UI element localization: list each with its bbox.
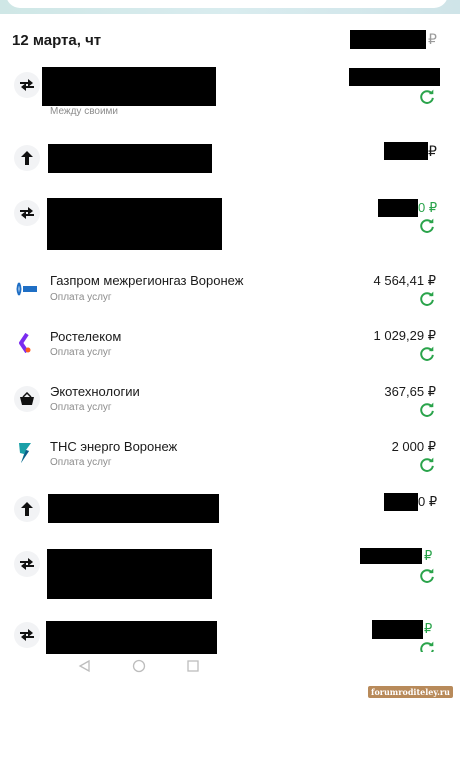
amount-tail: 0 ₽	[418, 200, 438, 215]
transaction-title[interactable]: Ростелеком	[50, 329, 121, 344]
redacted-title[interactable]	[42, 67, 216, 106]
transaction-amount: 4 564,41 ₽	[373, 273, 437, 288]
transaction-subtitle: Оплата услуг	[50, 347, 112, 358]
repeat-icon[interactable]	[418, 290, 436, 308]
watermark: forumroditeley.ru	[368, 686, 453, 698]
gazprom-logo	[12, 276, 38, 302]
redacted-title[interactable]	[46, 621, 217, 654]
repeat-icon[interactable]	[418, 567, 436, 585]
previous-card-edge	[6, 0, 448, 8]
transaction-subtitle: Между своими	[50, 106, 119, 117]
redacted-amount	[378, 199, 418, 217]
back-icon[interactable]	[78, 659, 90, 673]
arrow-up-icon	[14, 145, 40, 171]
redacted-title[interactable]	[48, 144, 212, 173]
transfer-icon	[14, 72, 40, 98]
transaction-subtitle: Оплата услуг	[50, 457, 112, 468]
amount-tail: ₽	[424, 548, 433, 563]
repeat-icon[interactable]	[418, 217, 436, 235]
amount-currency: ₽	[428, 143, 437, 159]
transaction-amount: 2 000 ₽	[391, 439, 436, 454]
repeat-icon[interactable]	[418, 401, 436, 419]
redacted-title[interactable]	[48, 494, 219, 523]
system-nav-bar	[78, 659, 199, 673]
redacted-amount	[372, 620, 423, 639]
rostelecom-logo	[12, 330, 38, 356]
recents-icon[interactable]	[187, 660, 199, 672]
repeat-icon[interactable]	[418, 345, 436, 363]
redacted-amount	[360, 548, 422, 564]
amount-tail: ₽	[424, 621, 433, 636]
transfer-icon	[14, 622, 40, 648]
transaction-title[interactable]: Экотехнологии	[50, 384, 140, 399]
transaction-title[interactable]: Газпром межрегионгаз Воронеж	[50, 273, 243, 288]
basket-icon	[14, 386, 40, 412]
redacted-amount	[384, 142, 428, 160]
date-header: 12 марта, чт	[12, 32, 102, 49]
transfer-icon	[14, 200, 40, 226]
transaction-title[interactable]: ТНС энерго Воронеж	[50, 439, 177, 454]
redacted-amount	[349, 68, 440, 86]
tns-logo	[12, 440, 38, 466]
repeat-icon[interactable]	[418, 456, 436, 474]
redacted-title[interactable]	[47, 549, 212, 599]
transfer-icon	[14, 551, 40, 577]
transaction-subtitle: Оплата услуг	[50, 292, 112, 303]
arrow-up-icon	[14, 496, 40, 522]
day-total-currency: ₽	[428, 31, 437, 47]
home-icon[interactable]	[132, 659, 146, 673]
transaction-amount: 1 029,29 ₽	[373, 328, 437, 343]
redacted-day-total	[350, 30, 426, 49]
redacted-amount	[384, 493, 418, 511]
transaction-subtitle: Оплата услуг	[50, 402, 112, 413]
redacted-title[interactable]	[47, 198, 222, 250]
transaction-amount: 367,65 ₽	[384, 384, 436, 399]
repeat-icon[interactable]	[418, 88, 436, 106]
amount-tail: 0 ₽	[418, 494, 438, 509]
